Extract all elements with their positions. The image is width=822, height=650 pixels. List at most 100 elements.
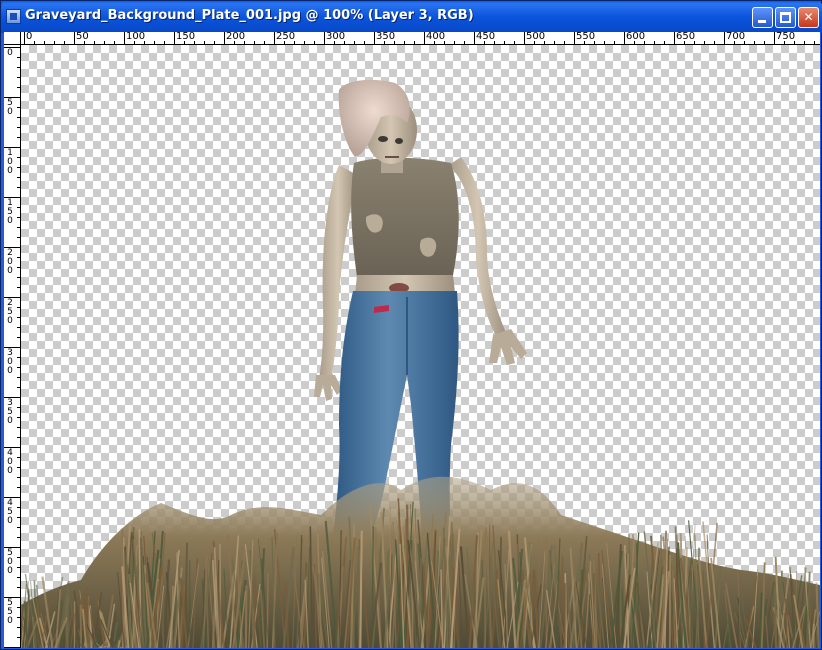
ruler-tick [17,527,20,528]
ruler-tick [17,67,20,68]
image-canvas[interactable] [21,45,820,648]
ruler-label: 100 [126,32,146,42]
ruler-tick [564,41,565,44]
ruler-tick [514,41,515,44]
ruler-tick [554,41,555,44]
ruler-tick [17,187,20,188]
ruler-label: 500 [7,548,13,576]
ruler-tick [17,307,20,308]
ruler-tick [17,287,20,288]
ruler-tick [614,41,615,44]
ruler-tick [364,41,365,44]
ruler-tick [654,41,655,44]
ruler-origin[interactable] [4,32,21,45]
ruler-tick [17,377,20,378]
window-title: Graveyard_Background_Plate_001.jpg @ 100… [25,8,474,23]
ruler-tick [17,357,20,358]
figure-torso [351,157,459,295]
maximize-button[interactable] [775,7,796,28]
ruler-tick [17,587,20,588]
ruler-label: 550 [7,598,13,626]
ruler-tick [474,32,475,44]
ruler-label: 500 [526,32,546,42]
ruler-label: 150 [176,32,196,42]
ruler-tick [224,32,225,44]
ruler-tick [17,337,20,338]
ruler-label: 400 [7,448,13,476]
close-icon: ✕ [803,10,814,24]
ruler-tick [17,407,20,408]
ruler-tick [34,41,35,44]
ruler-label: 150 [7,198,13,226]
grass-blade [244,585,248,648]
ruler-tick [17,77,20,78]
ruler-tick [17,417,20,418]
ruler-tick [17,277,20,278]
ruler-label: 450 [476,32,496,42]
ruler-tick [714,41,715,44]
ruler-tick [404,41,405,44]
grass-blade [108,646,111,648]
ruler-tick [17,137,20,138]
ruler-tick [104,41,105,44]
ruler-tick [17,177,20,178]
ruler-tick [17,517,20,518]
ruler-tick [54,41,55,44]
ruler-tick [94,41,95,44]
ruler-label: 250 [7,298,13,326]
ruler-tick [524,32,525,44]
ruler-tick [454,41,455,44]
ruler-tick [17,487,20,488]
ruler-label: 50 [76,32,89,42]
ruler-tick [17,207,20,208]
vertical-ruler[interactable]: 0 50 100 150 200 250 300 350 400 450 500 550 [4,45,21,648]
grass-foreground [21,476,820,648]
ruler-tick [574,32,575,44]
ruler-label: 50 [7,98,13,117]
maximize-icon [780,12,791,23]
ruler-tick [17,227,20,228]
ruler-label: 0 [26,32,33,42]
ruler-tick [414,41,415,44]
ruler-tick [17,317,20,318]
ruler-label: 100 [7,148,13,176]
ruler-tick [704,41,705,44]
ruler-label: 200 [226,32,246,42]
title-bar[interactable]: Graveyard_Background_Plate_001.jpg @ 100… [1,1,822,33]
ruler-tick [214,41,215,44]
ruler-tick [17,637,20,638]
ruler-tick [604,41,605,44]
ruler-tick [74,32,75,44]
ruler-tick [17,87,20,88]
ruler-tick [17,427,20,428]
ruler-tick [17,457,20,458]
ruler-tick [314,41,315,44]
ruler-tick [44,41,45,44]
minimize-button[interactable] [752,7,773,28]
ruler-tick [17,237,20,238]
ruler-tick [674,32,675,44]
ruler-label: 200 [7,248,13,276]
ruler-label: 750 [776,32,796,42]
ruler-tick [17,127,20,128]
ruler-tick [804,41,805,44]
horizontal-ruler[interactable]: 0 50 100 150 200 250 300 350 400 450 500 550 600 650 7… [21,32,820,45]
ruler-tick [17,567,20,568]
ruler-tick [4,647,20,648]
ruler-tick [664,41,665,44]
document-icon[interactable] [6,9,21,24]
ruler-label: 700 [726,32,746,42]
ruler-tick [354,41,355,44]
ruler-tick [17,467,20,468]
ruler-tick [504,41,505,44]
ruler-label: 650 [676,32,696,42]
ruler-tick [374,32,375,44]
ruler-tick [764,41,765,44]
ruler-label: 450 [7,498,13,526]
ruler-tick [464,41,465,44]
close-button[interactable]: ✕ [798,7,819,28]
grass-blade [219,543,222,648]
ruler-tick [274,32,275,44]
ruler-tick [17,217,20,218]
ruler-label: 350 [7,398,13,426]
